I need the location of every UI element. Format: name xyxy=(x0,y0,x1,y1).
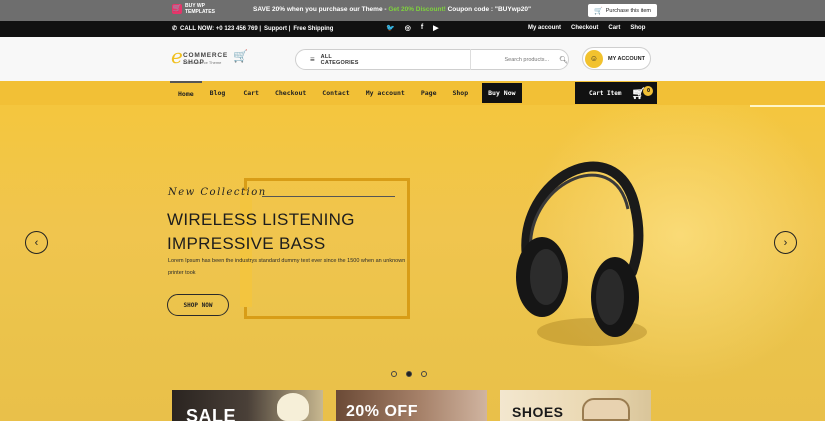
chevron-right-icon: › xyxy=(783,236,788,249)
top-link-my-account[interactable]: My account xyxy=(528,25,561,31)
brand-tagline: A Ecommerce Theme xyxy=(183,60,222,65)
logo-cart-icon: 🛒 xyxy=(233,49,248,63)
headphones-image xyxy=(516,161,647,346)
support-link[interactable]: Support | xyxy=(264,26,290,32)
slide-dot-3[interactable] xyxy=(421,371,427,377)
top-link-checkout[interactable]: Checkout xyxy=(571,25,598,31)
offer-text: SAVE 20% when you purchase our Theme - xyxy=(253,6,389,13)
eyebrow-line xyxy=(262,196,395,197)
nav-item-my-account[interactable]: My account xyxy=(358,81,413,105)
hero-stripe xyxy=(750,105,825,107)
offer-highlight: Get 20% Discount! xyxy=(388,6,446,13)
buywp-logo[interactable]: 🛒 BUY WP TEMPLATES xyxy=(172,3,219,15)
logo-text: BUY WP TEMPLATES xyxy=(185,3,215,15)
social-links: 🐦 ◎ f ▶ xyxy=(386,24,439,32)
contact-info: ✆ CALL NOW: +0 123 456 769 | Support | F… xyxy=(172,25,334,33)
hero-slider: New Collection WIRELESS LISTENING IMPRES… xyxy=(0,105,825,421)
main-nav: Home Blog Cart Checkout Contact My accou… xyxy=(170,81,522,105)
categories-dropdown[interactable]: ALL CATEGORIES xyxy=(321,54,359,66)
headline-line-1: WIRELESS LISTENING xyxy=(167,210,355,229)
nav-item-home[interactable]: Home xyxy=(170,81,202,105)
slide-indicators xyxy=(391,371,427,377)
purchase-button[interactable]: 🛒 Purchase this item xyxy=(588,4,657,17)
promo-card-sale[interactable]: SALE xyxy=(172,390,323,421)
shop-now-button[interactable]: SHOP NOW xyxy=(167,294,229,316)
shipping-text: Free Shipping xyxy=(293,25,334,32)
purchase-label: Purchase this item xyxy=(605,7,651,14)
nav-item-cart[interactable]: Cart xyxy=(233,81,267,105)
nav-item-page[interactable]: Page xyxy=(413,81,445,105)
top-link-shop[interactable]: Shop xyxy=(630,25,645,31)
nav-item-checkout[interactable]: Checkout xyxy=(267,81,314,105)
youtube-icon[interactable]: ▶ xyxy=(433,24,438,32)
cup-image xyxy=(277,393,309,421)
twitter-icon[interactable]: 🐦 xyxy=(386,24,395,32)
slide-dot-2[interactable] xyxy=(406,371,412,377)
card-title: 20% OFF xyxy=(346,403,418,420)
card-title: SALE xyxy=(186,406,237,421)
page: 🛒 BUY WP TEMPLATES SAVE 20% when you pur… xyxy=(0,0,825,421)
main-nav-bar: Home Blog Cart Checkout Contact My accou… xyxy=(0,81,825,105)
promo-card-shoes[interactable]: SHOES xyxy=(500,390,651,421)
cart-count-badge: 0 xyxy=(643,86,654,96)
cart-item-button[interactable]: Cart Item 🛒︎ 0 xyxy=(575,82,657,104)
next-slide-button[interactable]: › xyxy=(774,231,797,254)
nav-item-blog[interactable]: Blog xyxy=(202,81,234,105)
info-bar: ✆ CALL NOW: +0 123 456 769 | Support | F… xyxy=(0,21,825,37)
chevron-left-icon: ‹ xyxy=(34,236,39,249)
user-icon: ☺ xyxy=(585,49,603,68)
cart-logo-icon: 🛒 xyxy=(172,4,182,14)
my-account-button[interactable]: ☺ MY ACCOUNT xyxy=(582,47,651,70)
prev-slide-button[interactable]: ‹ xyxy=(25,231,48,254)
instagram-icon[interactable]: ◎ xyxy=(405,24,411,32)
card-title: SHOES xyxy=(512,404,564,420)
search-bar: ≡ ALL CATEGORIES 🔍︎ xyxy=(295,49,569,70)
buy-now-button[interactable]: Buy Now xyxy=(482,83,522,103)
shoe-image xyxy=(582,398,630,421)
cart-item-label: Cart Item xyxy=(589,89,622,97)
nav-item-contact[interactable]: Contact xyxy=(314,81,357,105)
coupon-text: Coupon code : "BUYwp20" xyxy=(445,6,532,13)
cart-icon: 🛒 xyxy=(594,7,603,15)
facebook-icon[interactable]: f xyxy=(421,24,423,32)
headline-line-2: IMPRESSIVE BASS xyxy=(167,234,326,253)
search-input[interactable] xyxy=(478,56,550,63)
hero-body: Lorem Ipsum has been the industrys stand… xyxy=(168,258,406,276)
nav-item-shop[interactable]: Shop xyxy=(444,81,476,105)
top-links: My account Checkout Cart Shop xyxy=(528,25,645,31)
search-icon[interactable]: 🔍︎ xyxy=(559,56,568,64)
promo-card-discount[interactable]: 20% OFF xyxy=(336,390,487,421)
promo-offer: SAVE 20% when you purchase our Theme - G… xyxy=(253,6,531,13)
promo-bar: 🛒 BUY WP TEMPLATES SAVE 20% when you pur… xyxy=(0,0,825,21)
site-header: e COMMERCE SHOP A Ecommerce Theme 🛒 ≡ AL… xyxy=(0,37,825,81)
menu-icon[interactable]: ≡ xyxy=(310,55,315,64)
top-link-cart[interactable]: Cart xyxy=(608,25,620,31)
account-label: MY ACCOUNT xyxy=(608,55,645,62)
phone-icon: ✆ xyxy=(172,26,178,32)
hero-eyebrow: New Collection xyxy=(168,187,267,198)
call-text: CALL NOW: +0 123 456 769 | xyxy=(180,25,262,32)
slide-dot-1[interactable] xyxy=(391,371,397,377)
logo-e-glyph: e xyxy=(171,44,183,68)
site-logo[interactable]: e COMMERCE SHOP A Ecommerce Theme 🛒 xyxy=(171,44,251,71)
hero-headline: WIRELESS LISTENING IMPRESSIVE BASS xyxy=(167,208,355,256)
